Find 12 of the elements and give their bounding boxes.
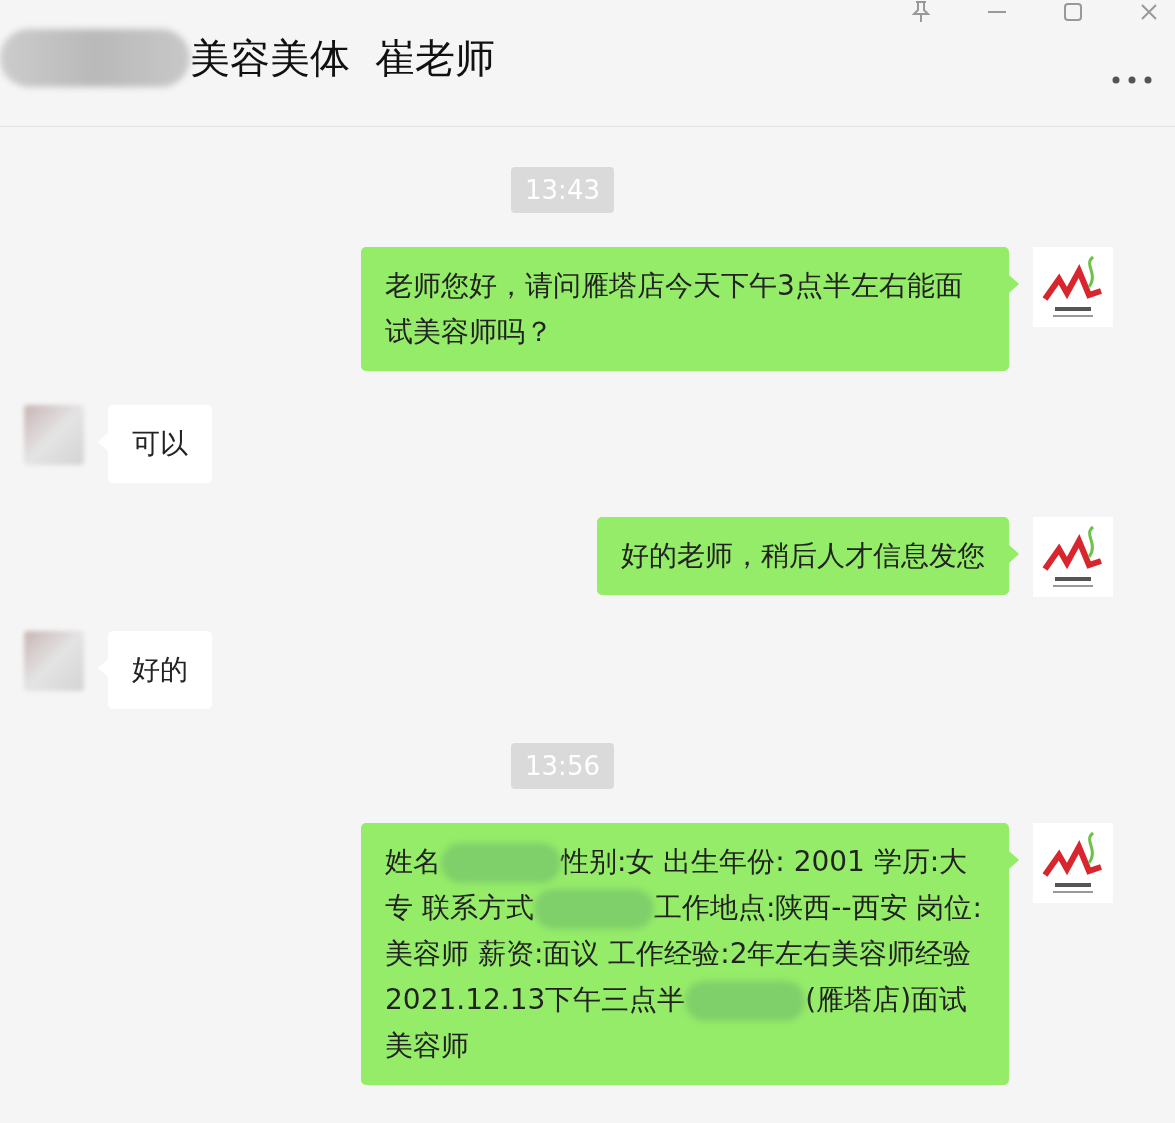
more-icon[interactable]: [1111, 75, 1153, 85]
bubble-tail: [1009, 851, 1019, 869]
bubble-tail: [1009, 275, 1019, 293]
logo-icon[interactable]: [1033, 247, 1113, 327]
logo-icon[interactable]: [1033, 517, 1113, 597]
logo-icon[interactable]: [1033, 823, 1113, 903]
avatar[interactable]: [24, 631, 84, 691]
bubble-tail: [1009, 545, 1019, 563]
window-title: 美容美体 崔老师: [190, 33, 496, 83]
avatar[interactable]: [24, 405, 84, 465]
pin-icon[interactable]: [911, 0, 931, 24]
maximize-icon[interactable]: [1063, 0, 1083, 24]
